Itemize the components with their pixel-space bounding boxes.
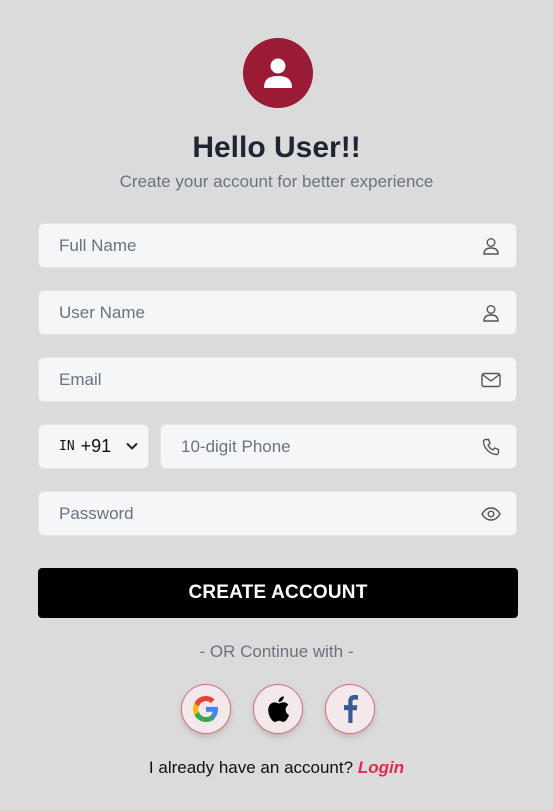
country-code: +91 <box>80 436 112 456</box>
full-name-input[interactable] <box>39 224 516 267</box>
chevron-down-icon <box>126 442 138 450</box>
apple-login-button[interactable] <box>253 684 303 734</box>
password-input[interactable] <box>39 492 516 535</box>
create-account-button[interactable]: CREATE ACCOUNT <box>38 568 518 618</box>
user-name-input[interactable] <box>39 291 516 334</box>
phone-input[interactable] <box>161 425 516 468</box>
password-field <box>38 491 517 536</box>
full-name-field <box>38 223 517 268</box>
login-link[interactable]: Login <box>358 758 404 777</box>
user-icon <box>264 58 292 88</box>
google-icon <box>193 696 218 722</box>
user-outline-icon <box>480 302 502 324</box>
country-flag: IN <box>59 439 75 454</box>
facebook-login-button[interactable] <box>325 684 375 734</box>
login-prompt-text: I already have an account? <box>148 758 354 777</box>
country-code-select[interactable]: IN +91 <box>38 424 149 469</box>
user-name-field <box>38 290 517 335</box>
avatar <box>243 38 313 108</box>
phone-icon <box>480 436 502 458</box>
page-title: Hello User!! <box>192 131 361 164</box>
eye-icon[interactable] <box>480 503 502 525</box>
email-input[interactable] <box>39 358 516 401</box>
mail-icon <box>480 369 502 391</box>
google-login-button[interactable] <box>181 684 231 734</box>
user-outline-icon <box>480 235 502 257</box>
email-field <box>38 357 517 402</box>
phone-field <box>160 424 517 469</box>
divider-text: - OR Continue with - <box>199 642 354 661</box>
login-prompt: I already have an account? Login <box>0 758 553 778</box>
apple-icon <box>268 696 290 722</box>
facebook-icon <box>344 695 358 723</box>
page-subtitle: Create your account for better experienc… <box>119 172 434 191</box>
